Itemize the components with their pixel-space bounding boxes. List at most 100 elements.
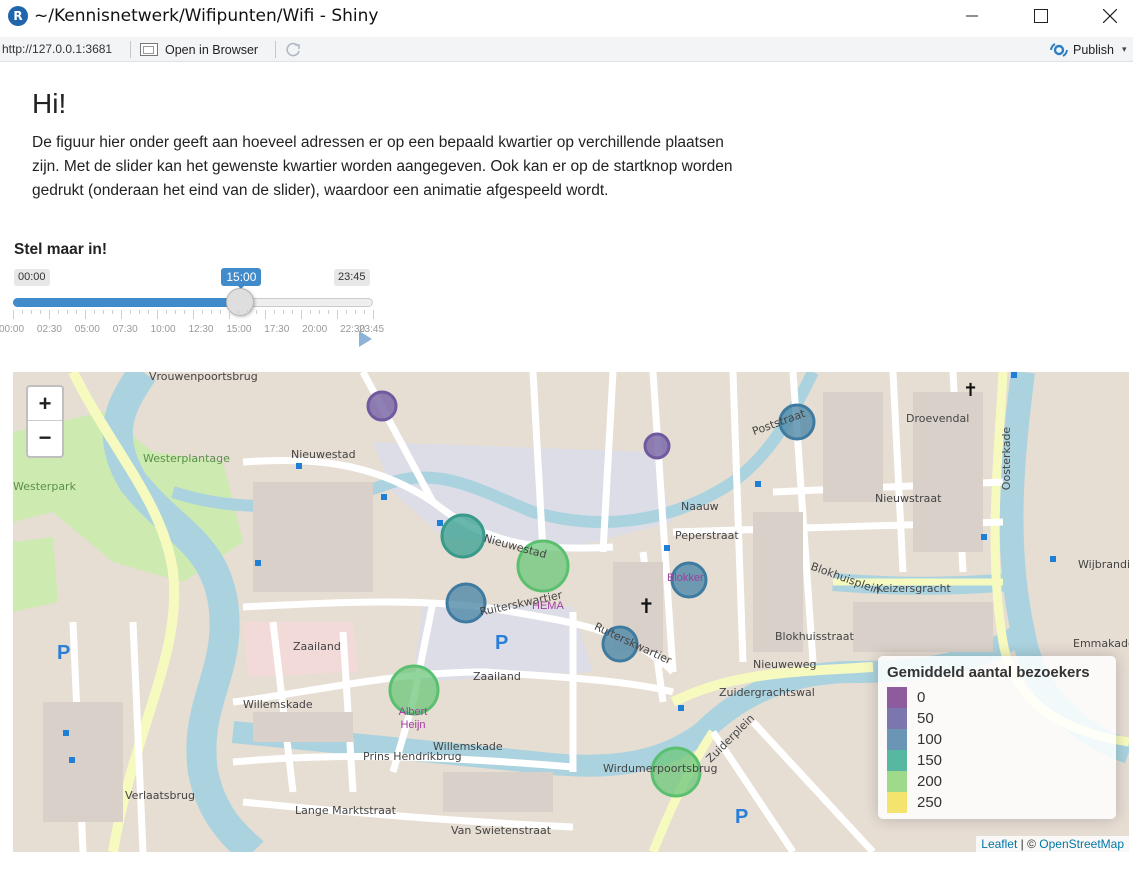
slider-tick — [130, 310, 131, 314]
legend-swatch — [887, 708, 907, 729]
parking-icon: P — [735, 806, 749, 828]
slider-tick — [310, 310, 311, 314]
legend-entry: 250 — [887, 792, 1107, 813]
street-label: Willemskade — [243, 698, 313, 711]
slider-tick — [364, 310, 365, 314]
slider-tick-label: 17:30 — [264, 324, 290, 335]
slider-tick — [193, 310, 194, 319]
slider-tick — [283, 310, 284, 314]
close-icon — [1103, 9, 1117, 23]
zoom-control: + − — [26, 385, 64, 458]
leaflet-map[interactable]: Vrouwenpoortsbrug Westerplantage Westerp… — [13, 372, 1129, 852]
slider-tick-label: 02:30 — [36, 324, 62, 335]
slider-tick — [274, 310, 275, 314]
slider-tick — [292, 310, 293, 314]
legend-value: 200 — [917, 773, 943, 790]
map-attribution: Leaflet | © OpenStreetMap — [976, 836, 1129, 852]
street-label: Emmakade — [1073, 637, 1129, 650]
legend-swatch — [887, 750, 907, 771]
slider-tick — [40, 310, 41, 314]
openstreetmap-link[interactable]: OpenStreetMap — [1039, 837, 1124, 851]
close-button[interactable] — [1087, 0, 1133, 32]
slider-tick — [139, 310, 140, 314]
slider-fill — [13, 298, 241, 307]
parking-icon: P — [495, 632, 509, 654]
slider-tick — [319, 310, 320, 314]
toolbar-divider — [275, 41, 276, 58]
slider-tick — [184, 310, 185, 314]
slider-tick — [256, 310, 257, 314]
intro-paragraph: De figuur hier onder geeft aan hoeveel a… — [32, 134, 733, 199]
publish-label: Publish — [1073, 42, 1114, 57]
page-title: Hi! — [32, 88, 67, 119]
play-animation-button[interactable] — [359, 331, 372, 347]
street-label: Wirdumerpoortsbrug — [603, 762, 718, 775]
poi-label: Albert Heijn — [398, 706, 428, 731]
rstudio-logo-icon: R — [8, 6, 28, 26]
slider-tick — [337, 310, 338, 319]
street-label: Vrouwenpoortsbrug — [149, 372, 258, 383]
slider-tick — [229, 310, 230, 319]
slider-min-label: 00:00 — [14, 269, 50, 286]
street-label: Nieuweweg — [753, 658, 817, 671]
browser-window-icon — [140, 43, 158, 56]
poi-label: HEMA — [532, 600, 564, 612]
slider-tick-label: 07:30 — [112, 324, 138, 335]
slider-tick — [85, 310, 86, 319]
slider-tick — [67, 310, 68, 314]
legend-entry: 100 — [887, 729, 1107, 750]
street-label: Nieuwestad — [291, 448, 356, 461]
toolbar-divider — [130, 41, 131, 58]
slider-tick-label: 00:00 — [0, 324, 25, 335]
slider-tick — [112, 310, 113, 314]
minimize-button[interactable] — [949, 0, 995, 32]
slider-tick — [301, 310, 302, 319]
legend-entry: 0 — [887, 687, 1107, 708]
slider-tick — [121, 310, 122, 319]
street-label: Zuidergrachtswal — [719, 686, 815, 699]
street-label: Keizersgracht — [876, 582, 951, 595]
street-label: Nieuwstraat — [875, 492, 942, 505]
park-label: Westerplantage — [143, 452, 230, 465]
refresh-icon[interactable] — [284, 41, 302, 59]
legend-entry: 200 — [887, 771, 1107, 792]
street-label: Lange Marktstraat — [295, 804, 396, 817]
slider-tick — [49, 310, 50, 319]
maximize-icon — [1034, 9, 1048, 23]
street-label: Oosterkade — [1000, 426, 1014, 491]
leaflet-link[interactable]: Leaflet — [981, 837, 1017, 851]
slider-tick-label: 15:00 — [226, 324, 252, 335]
slider-tick — [346, 310, 347, 314]
legend-swatch — [887, 792, 907, 813]
legend-value: 250 — [917, 794, 943, 811]
slider-tick — [355, 310, 356, 314]
chevron-down-icon[interactable]: ▾ — [1122, 44, 1127, 55]
street-label: Prins Hendrikbrug — [363, 750, 462, 763]
slider-max-label: 23:45 — [334, 269, 370, 286]
publish-icon — [1050, 42, 1068, 57]
slider-tick-label: 12:30 — [188, 324, 214, 335]
park-label: Westerpark — [13, 480, 76, 493]
open-in-browser-button[interactable]: Open in Browser — [140, 40, 258, 59]
street-label: Peperstraat — [675, 529, 739, 542]
church-icon: ✝ — [963, 380, 979, 400]
slider-tick — [175, 310, 176, 314]
street-label: Verlaatsbrug — [125, 789, 196, 802]
zoom-in-button[interactable]: + — [28, 387, 62, 421]
map-legend: Gemiddeld aantal bezoekers 0 50 100 150 200 2… — [878, 656, 1116, 819]
attribution-separator: | © — [1017, 837, 1040, 851]
slider-ticks — [13, 310, 374, 320]
slider-tick — [166, 310, 167, 314]
maximize-button[interactable] — [1018, 0, 1064, 32]
url-display: http://127.0.0.1:3681 — [2, 42, 113, 56]
street-label: Van Swietenstraat — [451, 824, 552, 837]
slider-tick — [238, 310, 239, 314]
zoom-out-button[interactable]: − — [28, 421, 62, 455]
legend-entry: 50 — [887, 708, 1107, 729]
slider-tick-label: 10:00 — [150, 324, 176, 335]
publish-button[interactable]: Publish ▾ — [1050, 40, 1127, 59]
slider-tick — [94, 310, 95, 314]
slider-tick — [31, 310, 32, 314]
slider-tick — [22, 310, 23, 314]
street-label: Zaailand — [293, 640, 341, 653]
